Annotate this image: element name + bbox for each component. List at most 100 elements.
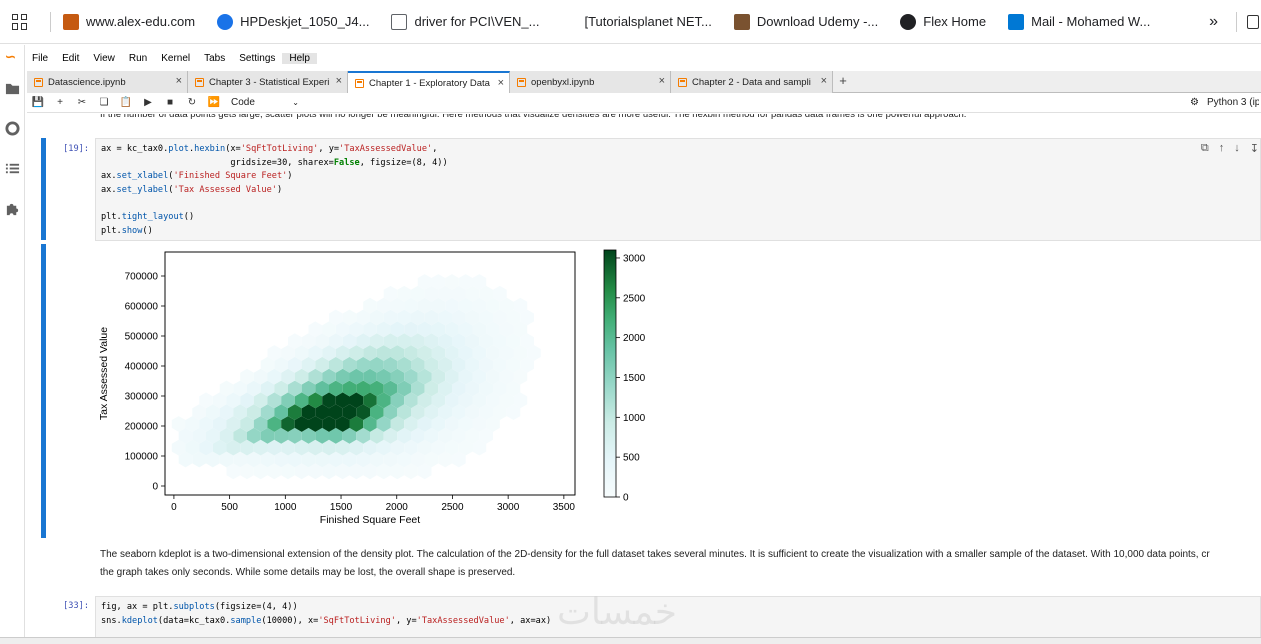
copy-icon[interactable]: ❏ [93, 97, 115, 108]
table-of-contents-icon[interactable] [5, 161, 20, 176]
cut-icon[interactable]: ✂ [71, 97, 93, 108]
new-tab-button[interactable]: + [833, 71, 853, 92]
code-line: ax = kc_tax0.plot.hexbin(x='SqFtTotLivin… [101, 144, 438, 154]
status-bar [0, 637, 1261, 644]
all-bookmarks-icon[interactable] [1247, 14, 1259, 29]
close-tab-icon[interactable]: × [336, 75, 342, 87]
notebook-toolbar: 💾 + ✂ ❏ 📋 ▶ ■ ↻ ⏩ Code ⌄ ⚙ Python 3 (ip [27, 93, 1261, 113]
cell-selection-bar[interactable] [41, 138, 46, 240]
x-tick-label: 1000 [274, 502, 297, 513]
code-line: ax.set_xlabel('Finished Square Feet') [101, 171, 293, 182]
insert-below-icon[interactable]: ↧ [1250, 142, 1259, 155]
menu-item[interactable]: View [86, 53, 122, 64]
y-tick-label: 300000 [125, 392, 159, 403]
menu-item[interactable]: Tabs [197, 53, 232, 64]
bookmark-label: driver for PCI\VEN_... [414, 14, 540, 29]
colorbar [603, 249, 617, 498]
y-tick-label: 200000 [125, 422, 159, 433]
bookmark-item[interactable]: Flex Home [900, 13, 986, 30]
run-icon[interactable]: ▶ [137, 97, 159, 108]
x-tick-label: 500 [221, 502, 238, 513]
notebook-icon [678, 77, 687, 87]
notebook-tab[interactable]: openbyxl.ipynb × [510, 71, 671, 93]
notebook-tab[interactable]: Chapter 1 - Exploratory Data × [348, 71, 510, 94]
globe-icon [900, 13, 917, 30]
move-down-icon[interactable]: ↓ [1234, 142, 1240, 155]
output-selection-bar[interactable] [41, 244, 46, 538]
notebook-tab[interactable]: Datascience.ipynb × [27, 71, 188, 93]
bookmark-label: www.alex-edu.com [86, 14, 196, 29]
bookmark-label: Mail - Mohamed W... [1031, 14, 1151, 29]
bookmark-label: [Tutorialsplanet NET... [584, 14, 712, 29]
cell-33-code[interactable]: fig, ax = plt.subplots(figsize=(4, 4)) sn… [101, 601, 1255, 628]
alex-edu-favicon [63, 13, 79, 30]
cell-type-value: Code [231, 97, 255, 108]
extension-puzzle-icon[interactable] [5, 201, 20, 216]
y-tick-label: 700000 [125, 272, 159, 283]
menu-item[interactable]: Kernel [154, 53, 197, 64]
cell-type-select[interactable]: Code ⌄ [231, 97, 299, 108]
menu-item[interactable]: File [25, 53, 55, 64]
markdown-hexbin-intro: If the number of data points gets large,… [100, 114, 967, 120]
notebook-tab[interactable]: Chapter 3 - Statistical Experi × [188, 71, 348, 93]
apps-grid-icon[interactable] [12, 13, 28, 30]
close-tab-icon[interactable]: × [498, 77, 504, 89]
close-tab-icon[interactable]: × [176, 75, 182, 87]
bookmark-item[interactable]: [Tutorialsplanet NET... [561, 14, 711, 30]
menu-item[interactable]: Run [122, 53, 154, 64]
y-tick-label: 100000 [125, 452, 159, 463]
cell-19-code[interactable]: ax = kc_tax0.plot.hexbin(x='SqFtTotLivin… [101, 143, 1255, 238]
left-sidebar: ∽ [0, 45, 25, 644]
markdown-kdeplot-line1: The seaborn kdeplot is a two-dimensional… [100, 549, 1210, 560]
fast-forward-icon[interactable]: ⏩ [203, 97, 225, 108]
close-tab-icon[interactable]: × [659, 75, 665, 87]
code-line: plt.tight_layout() [101, 211, 195, 222]
folder-icon[interactable] [5, 81, 20, 96]
bookmark-item[interactable]: www.alex-edu.com [63, 13, 196, 30]
notebook-panel[interactable]: If the number of data points gets large,… [27, 114, 1261, 644]
notebook-tab[interactable]: Chapter 2 - Data and sampli × [671, 71, 833, 93]
tab-label: openbyxl.ipynb [531, 76, 595, 88]
y-tick-label: 0 [152, 482, 158, 493]
save-icon[interactable]: 💾 [27, 97, 49, 108]
close-tab-icon[interactable]: × [821, 75, 827, 87]
stop-icon[interactable]: ■ [159, 97, 181, 108]
menu-item[interactable]: Help [282, 52, 317, 64]
udemy-logo-icon [733, 13, 750, 30]
kernel-name[interactable]: Python 3 (ip [1207, 97, 1259, 108]
bookmarks-bar: www.alex-edu.com HPDeskjet_1050_J4... driv… [0, 0, 1261, 44]
code-line: plt.show() [101, 225, 153, 236]
duplicate-cell-icon[interactable]: ⧉ [1201, 142, 1209, 155]
x-axis-label: Finished Square Feet [320, 514, 420, 526]
menu-item[interactable]: Settings [232, 53, 282, 64]
bookmark-item[interactable]: driver for PCI\VEN_... [391, 13, 540, 30]
colorbar-tick-label: 2000 [623, 333, 646, 344]
x-tick-label: 2000 [386, 502, 409, 513]
menu-item[interactable]: Edit [55, 53, 86, 64]
tab-label: Datascience.ipynb [48, 76, 126, 88]
move-up-icon[interactable]: ↑ [1219, 142, 1225, 155]
bookmarks-more-button[interactable]: » [1209, 13, 1218, 31]
add-cell-icon[interactable]: + [49, 97, 71, 108]
colorbar-tick-label: 1000 [623, 413, 646, 424]
colorbar-tick-label: 500 [623, 453, 640, 464]
tab-label: Chapter 2 - Data and sampli [692, 76, 811, 88]
cell-19-prompt: [19]: [63, 144, 89, 154]
jupyter-logo: ∽ [5, 49, 16, 64]
bookmark-item[interactable]: Mail - Mohamed W... [1008, 13, 1151, 30]
running-kernels-icon[interactable] [5, 121, 20, 136]
x-tick-label: 2500 [441, 502, 464, 513]
kernel-settings-icon[interactable]: ⚙ [1190, 97, 1199, 108]
notebook-icon [34, 77, 43, 87]
cell-19-input[interactable]: ax = kc_tax0.plot.hexbin(x='SqFtTotLivin… [95, 138, 1261, 241]
bookmark-item[interactable]: HPDeskjet_1050_J4... [217, 13, 369, 30]
x-tick-label: 3000 [497, 502, 520, 513]
bookmark-item[interactable]: Download Udemy -... [733, 13, 879, 30]
people-icon [217, 13, 234, 30]
chevron-down-icon: ⌄ [292, 98, 299, 107]
bookmark-label: Download Udemy -... [756, 14, 879, 29]
notebook-icon [355, 79, 364, 88]
paste-icon[interactable]: 📋 [115, 97, 137, 108]
restart-icon[interactable]: ↻ [181, 97, 203, 108]
y-tick-label: 500000 [125, 332, 159, 343]
